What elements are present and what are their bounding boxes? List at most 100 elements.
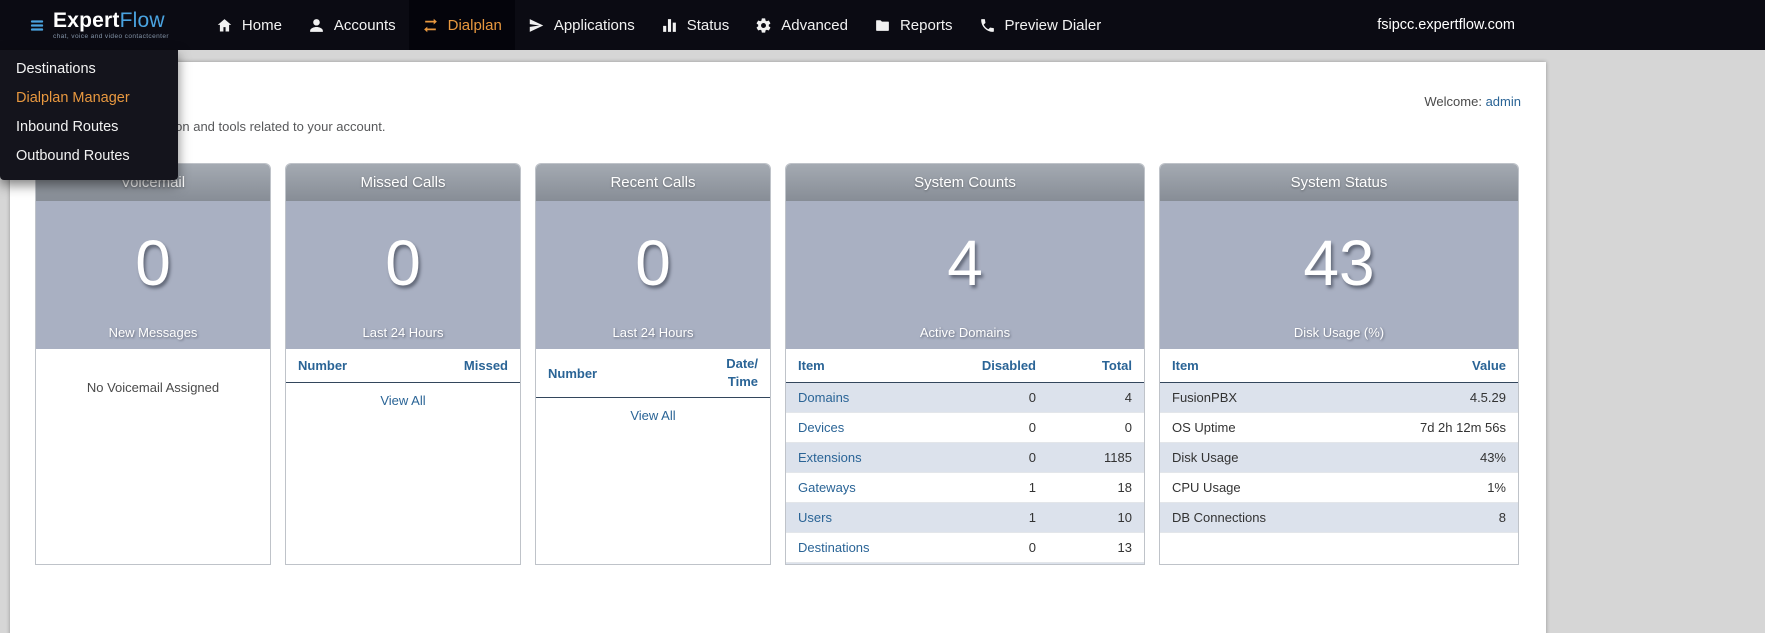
menu-item-destinations[interactable]: Destinations — [0, 55, 178, 84]
page-body: Dashboard Quickly access information and… — [0, 50, 1765, 633]
nav-item-label: Advanced — [781, 16, 848, 34]
os-uptime-value: 7d 2h 12m 56s — [1368, 412, 1518, 443]
system-status-card-header[interactable]: System Status — [1160, 164, 1518, 201]
table-row: DB Connections 8 — [1160, 502, 1518, 533]
nav-item-advanced[interactable]: Advanced — [742, 0, 861, 50]
fusionpbx-value: 4.5.29 — [1368, 382, 1518, 413]
destinations-total-value: 13 — [1048, 532, 1144, 563]
exchange-arrows-icon — [423, 18, 437, 32]
recent-calls-hero: 0 Last 24 Hours — [536, 201, 770, 349]
db-connections-label: DB Connections — [1160, 502, 1368, 533]
cpu-usage-value: 1% — [1368, 472, 1518, 503]
gateways-disabled-value: 1 — [956, 472, 1048, 503]
devices-disabled-value: 0 — [956, 412, 1048, 443]
db-connections-value: 8 — [1368, 502, 1518, 533]
system-status-col-value: Value — [1368, 349, 1518, 383]
dialplan-dropdown-menu: Destinations Dialplan Manager Inbound Ro… — [0, 50, 178, 180]
devices-total-value: 0 — [1048, 412, 1144, 443]
nav-item-label: Applications — [553, 16, 635, 34]
nav-item-status[interactable]: Status — [648, 0, 743, 50]
nav-item-label: Reports — [899, 16, 953, 34]
recent-calls-view-all-link[interactable]: View All — [630, 408, 675, 423]
table-row: CPU Usage 1% — [1160, 472, 1518, 503]
table-row: CC Queues 0 12 — [786, 562, 1144, 564]
table-row: Domains 0 4 — [786, 382, 1144, 413]
table-row: Gateways 1 18 — [786, 472, 1144, 503]
missed-calls-table: Number Missed — [286, 349, 520, 383]
nav-item-label: Home — [241, 16, 282, 34]
table-row: Extensions 0 1185 — [786, 442, 1144, 473]
cpu-usage-label: CPU Usage — [1160, 472, 1368, 503]
users-total-value: 10 — [1048, 502, 1144, 533]
system-counts-link-extensions[interactable]: Extensions — [798, 450, 862, 465]
hamburger-lines-icon — [30, 18, 45, 33]
welcome-user-link[interactable]: admin — [1486, 94, 1521, 109]
recent-calls-col-number: Number — [536, 349, 706, 399]
panel-header: Dashboard Quickly access information and… — [35, 92, 1521, 134]
system-counts-link-domains[interactable]: Domains — [798, 390, 849, 405]
extensions-total-value: 1185 — [1048, 442, 1144, 473]
missed-calls-card-header[interactable]: Missed Calls — [286, 164, 520, 201]
menu-item-inbound-routes[interactable]: Inbound Routes — [0, 113, 178, 142]
nav-item-applications[interactable]: Applications — [515, 0, 648, 50]
cc-queues-total-value: 12 — [1048, 562, 1144, 564]
extensions-disabled-value: 0 — [956, 442, 1048, 473]
os-uptime-label: OS Uptime — [1160, 412, 1368, 443]
system-counts-link-gateways[interactable]: Gateways — [798, 480, 856, 495]
nav-item-label: Preview Dialer — [1004, 16, 1102, 34]
welcome-text: Welcome: admin — [1424, 94, 1521, 109]
system-counts-table: Item Disabled Total Domains 0 4 Devices … — [786, 349, 1144, 564]
menu-item-dialplan-manager[interactable]: Dialplan Manager — [0, 84, 178, 113]
table-row: OS Uptime 7d 2h 12m 56s — [1160, 412, 1518, 443]
system-counts-card-header[interactable]: System Counts — [786, 164, 1144, 201]
system-status-count-label: Disk Usage (%) — [1293, 325, 1385, 340]
users-disabled-value: 1 — [956, 502, 1048, 533]
nav-menu: Home Accounts Dialplan Destinations Dial… — [0, 0, 1115, 180]
nav-item-label: Accounts — [333, 16, 396, 34]
recent-calls-count-label: Last 24 Hours — [612, 325, 694, 340]
system-status-table: Item Value FusionPBX 4.5.29 OS Uptime 7d… — [1160, 349, 1518, 533]
nav-item-reports[interactable]: Reports — [861, 0, 966, 50]
disk-usage-value: 43% — [1368, 442, 1518, 473]
nav-item-label: Status — [686, 16, 730, 34]
system-counts-count-label: Active Domains — [919, 325, 1011, 340]
missed-calls-count-label: Last 24 Hours — [362, 325, 444, 340]
nav-item-accounts[interactable]: Accounts — [295, 0, 409, 50]
voicemail-count-label: New Messages — [108, 325, 198, 340]
recent-calls-card: Recent Calls 0 Last 24 Hours Number Date… — [535, 163, 771, 565]
nav-item-home[interactable]: Home — [203, 0, 295, 50]
cc-queues-disabled-value: 0 — [956, 562, 1048, 564]
gear-icon — [756, 17, 771, 33]
domains-total-value: 4 — [1048, 382, 1144, 413]
brand-name: ExpertFlow — [53, 10, 169, 31]
system-counts-link-devices[interactable]: Devices — [798, 420, 844, 435]
system-status-hero: 43 Disk Usage (%) — [1160, 201, 1518, 349]
gateways-total-value: 18 — [1048, 472, 1144, 503]
user-icon — [310, 18, 323, 32]
missed-calls-col-number: Number — [286, 349, 408, 383]
system-counts-link-destinations[interactable]: Destinations — [798, 540, 870, 555]
dashboard-cards: Voicemail 0 New Messages No Voicemail As… — [35, 163, 1521, 565]
nav-item-preview-dialer[interactable]: Preview Dialer — [966, 0, 1115, 50]
table-row: Destinations 0 13 — [786, 532, 1144, 563]
recent-calls-card-header[interactable]: Recent Calls — [536, 164, 770, 201]
missed-calls-view-all-link[interactable]: View All — [380, 393, 425, 408]
welcome-label: Welcome: — [1424, 94, 1482, 109]
destinations-disabled-value: 0 — [956, 532, 1048, 563]
voicemail-count: 0 — [135, 227, 171, 299]
brand-expert: Expert — [53, 9, 120, 32]
nav-item-dialplan[interactable]: Dialplan — [408, 0, 515, 50]
recent-calls-table: Number Date/ Time — [536, 349, 770, 399]
missed-calls-hero: 0 Last 24 Hours — [286, 201, 520, 349]
table-row: Disk Usage 43% — [1160, 442, 1518, 473]
system-counts-card: System Counts 4 Active Domains Item Disa… — [785, 163, 1145, 565]
disk-usage-label: Disk Usage — [1160, 442, 1368, 473]
nav-item-label: Dialplan — [447, 16, 502, 34]
system-counts-count: 4 — [947, 227, 983, 299]
brand-flow: Flow — [119, 9, 165, 32]
system-status-col-item: Item — [1160, 349, 1368, 383]
brand-logo[interactable]: ExpertFlow chat, voice and video contact… — [30, 10, 169, 40]
recent-calls-count: 0 — [635, 227, 671, 299]
system-counts-link-users[interactable]: Users — [798, 510, 832, 525]
menu-item-outbound-routes[interactable]: Outbound Routes — [0, 142, 178, 171]
